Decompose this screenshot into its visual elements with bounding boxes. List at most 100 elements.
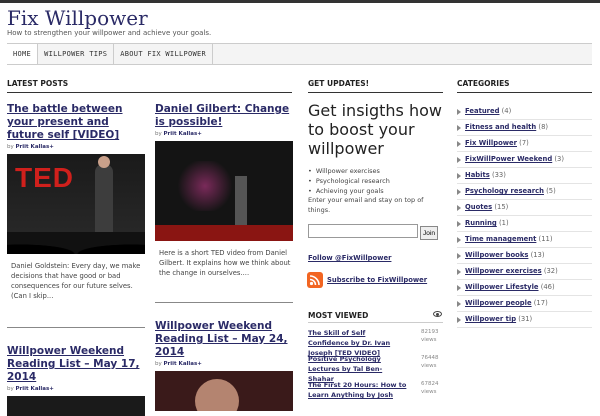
email-field[interactable] [308,224,418,238]
post-title[interactable]: Willpower Weekend Reading List – May 17,… [7,345,149,384]
most-viewed-count: 67824 views [421,381,439,395]
site-title[interactable]: Fix Willpower [7,6,148,30]
stage-lights [175,161,235,211]
category-count: (17) [533,299,548,307]
category-link[interactable]: Habits [465,171,490,179]
post-card: Daniel Gilbert: Change is possible! by P… [155,103,293,278]
category-count: (7) [519,139,529,147]
category-link[interactable]: Psychology research [465,187,544,195]
post-thumbnail[interactable] [155,141,293,241]
category-link[interactable]: Fitness and health [465,123,536,131]
category-count: (1) [498,219,509,227]
byline-prefix: by [7,144,14,150]
most-viewed-title[interactable]: The First 20 Hours: How to Learn Anythin… [308,380,408,400]
category-item: Willpower Lifestyle (46) [457,280,592,296]
person-face [195,379,239,411]
byline-prefix: by [155,131,162,137]
most-viewed-heading: MOST VIEWED [308,311,369,320]
category-item: Habits (33) [457,168,592,184]
category-item: Willpower books (13) [457,248,592,264]
rss-icon[interactable] [307,272,323,288]
nav-willpower-tips[interactable]: WILLPOWER TIPS [38,44,115,64]
eye-icon [433,311,442,317]
nav-about[interactable]: ABOUT FIX WILLPOWER [114,44,214,64]
category-count: (32) [543,267,558,275]
post-divider [155,302,293,303]
post-title[interactable]: Willpower Weekend Reading List – May 24,… [155,320,295,359]
category-link[interactable]: Willpower books [465,251,528,259]
category-count: (11) [538,235,553,243]
category-link[interactable]: Willpower exercises [465,267,542,275]
category-count: (5) [546,187,556,195]
category-item: Psychology research (5) [457,184,592,200]
get-updates-heading: GET UPDATES! [308,79,443,93]
category-item: Running (1) [457,216,592,232]
follow-twitter-link[interactable]: Follow @FixWillpower [308,254,391,262]
post-title[interactable]: The battle between your present and futu… [7,103,145,142]
category-count: (4) [501,107,512,115]
category-item: Quotes (15) [457,200,592,216]
category-item: Time management (11) [457,232,592,248]
post-byline: by Priit Kallas+ [7,386,149,392]
stage-floor [155,225,293,241]
category-item: Fitness and health (8) [457,120,592,136]
category-link[interactable]: Time management [465,235,536,243]
main-nav: HOME WILLPOWER TIPS ABOUT FIX WILLPOWER [7,43,592,65]
post-thumbnail[interactable]: TED [7,154,145,254]
most-viewed-divider [308,322,443,323]
join-button[interactable]: Join [420,226,438,240]
subscribe-link[interactable]: Subscribe to FixWillpower [327,276,427,284]
category-count: (33) [491,171,506,179]
post-excerpt: Here is a short TED video from Daniel Gi… [159,249,291,277]
post-thumbnail[interactable] [155,371,293,411]
post-byline: by Priit Kallas+ [7,144,145,150]
category-link[interactable]: FixWillPower Weekend [465,155,552,163]
post-author[interactable]: Priit Kallas+ [164,361,202,367]
site-tagline: How to strengthen your willpower and ach… [7,29,212,37]
updates-description: Enter your email and stay on top of thin… [308,196,424,214]
post-byline: by Priit Kallas+ [155,361,295,367]
most-viewed-count: 82193 views [421,329,439,343]
top-bar [0,0,600,3]
most-viewed-count: 76448 views [421,355,439,369]
byline-prefix: by [155,361,162,367]
category-link[interactable]: Featured [465,107,499,115]
category-item: Fix Willpower (7) [457,136,592,152]
post-card: The battle between your present and futu… [7,103,145,301]
updates-list-item: Psychological research [308,176,390,186]
category-count: (15) [494,203,509,211]
category-link[interactable]: Willpower tip [465,315,516,323]
byline-prefix: by [7,386,14,392]
category-item: Featured (4) [457,104,592,120]
post-author[interactable]: Priit Kallas+ [16,386,54,392]
category-item: Willpower people (17) [457,296,592,312]
category-count: (8) [538,123,549,131]
speaker-figure [235,176,247,226]
post-excerpt: Daniel Goldstein: Every day, we make dec… [11,262,141,300]
post-title[interactable]: Daniel Gilbert: Change is possible! [155,103,293,129]
category-item: FixWillPower Weekend (3) [457,152,592,168]
categories-heading: CATEGORIES [457,79,592,93]
category-link[interactable]: Willpower Lifestyle [465,283,539,291]
category-count: (46) [540,283,555,291]
post-thumbnail[interactable] [7,396,145,416]
categories-list: Featured (4) Fitness and health (8) Fix … [457,104,592,328]
rss-glyph [309,275,320,286]
speaker-head [98,156,110,168]
ted-logo: TED [15,162,74,193]
post-author[interactable]: Priit Kallas+ [164,131,202,137]
post-author[interactable]: Priit Kallas+ [16,144,54,150]
updates-list-item: Willpower exercises [308,166,390,176]
updates-title: Get insigths how to boost your willpower [308,101,442,158]
nav-home[interactable]: HOME [7,44,39,64]
updates-list: Willpower exercises Psychological resear… [308,166,390,196]
category-link[interactable]: Willpower people [465,299,532,307]
post-divider [7,327,145,328]
category-count: (13) [530,251,545,259]
category-count: (3) [554,155,565,163]
category-link[interactable]: Fix Willpower [465,139,517,147]
audience-silhouettes [7,232,145,254]
latest-posts-heading: LATEST POSTS [7,79,292,93]
category-link[interactable]: Running [465,219,497,227]
category-link[interactable]: Quotes [465,203,492,211]
